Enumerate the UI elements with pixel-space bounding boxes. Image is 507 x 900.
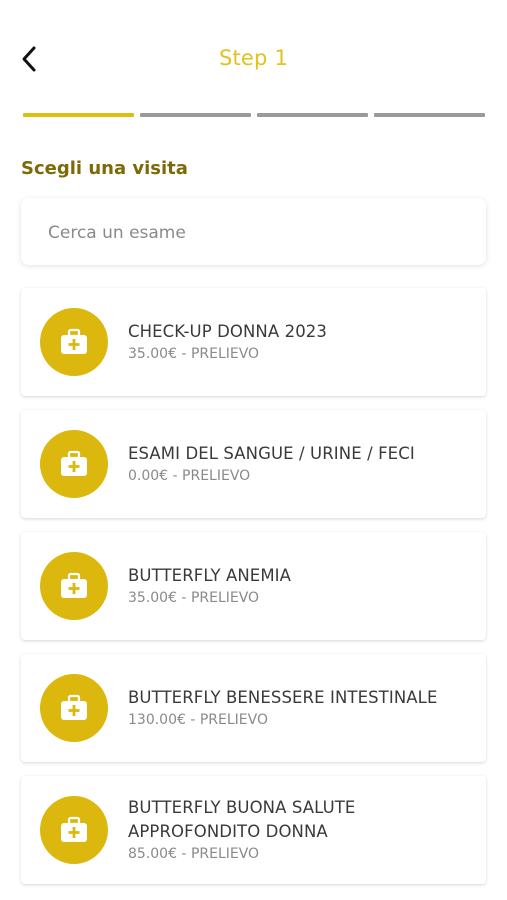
exam-text: CHECK-UP DONNA 2023 35.00€ - PRELIEVO (128, 288, 474, 396)
exam-icon-circle (40, 674, 108, 742)
medical-kit-icon (61, 328, 87, 354)
exam-list: CHECK-UP DONNA 2023 35.00€ - PRELIEVO ESA… (21, 288, 486, 898)
exam-text: BUTTERFLY BUONA SALUTE APPROFONDITO DONN… (128, 776, 474, 884)
medical-kit-icon (61, 450, 87, 476)
page-title: Step 1 (218, 46, 289, 70)
exam-name: BUTTERFLY BENESSERE INTESTINALE (128, 688, 438, 707)
section-title: Scegli una visita (21, 158, 188, 179)
exam-icon-circle (40, 796, 108, 864)
exam-name: CHECK-UP DONNA 2023 (128, 322, 327, 341)
step-progress (23, 113, 485, 118)
exam-icon-circle (40, 308, 108, 376)
progress-step-4 (374, 113, 485, 117)
exam-text: BUTTERFLY BENESSERE INTESTINALE 130.00€ -… (128, 654, 474, 762)
exam-item[interactable]: BUTTERFLY ANEMIA 35.00€ - PRELIEVO (21, 532, 486, 640)
exam-meta: 0.00€ - PRELIEVO (128, 468, 251, 484)
progress-step-3 (257, 113, 368, 117)
exam-item[interactable]: ESAMI DEL SANGUE / URINE / FECI 0.00€ - P… (21, 410, 486, 518)
exam-text: BUTTERFLY ANEMIA 35.00€ - PRELIEVO (128, 532, 474, 640)
medical-kit-icon (61, 816, 87, 842)
exam-meta: 85.00€ - PRELIEVO (128, 846, 260, 862)
exam-icon-circle (40, 552, 108, 620)
search-input[interactable] (46, 198, 470, 267)
progress-step-2 (140, 113, 251, 117)
exam-item[interactable]: CHECK-UP DONNA 2023 35.00€ - PRELIEVO (21, 288, 486, 396)
exam-name: BUTTERFLY BUONA SALUTE APPROFONDITO DONN… (128, 798, 356, 841)
exam-meta: 130.00€ - PRELIEVO (128, 712, 268, 728)
medical-kit-icon (61, 694, 87, 720)
exam-item[interactable]: BUTTERFLY BENESSERE INTESTINALE 130.00€ -… (21, 654, 486, 762)
exam-text: ESAMI DEL SANGUE / URINE / FECI 0.00€ - P… (128, 410, 474, 518)
progress-step-1 (23, 113, 134, 117)
exam-name: BUTTERFLY ANEMIA (128, 566, 292, 585)
exam-item[interactable]: BUTTERFLY BUONA SALUTE APPROFONDITO DONN… (21, 776, 486, 884)
medical-kit-icon (61, 572, 87, 598)
exam-meta: 35.00€ - PRELIEVO (128, 346, 260, 362)
exam-icon-circle (40, 430, 108, 498)
search-box[interactable] (21, 198, 486, 267)
exam-name: ESAMI DEL SANGUE / URINE / FECI (128, 444, 415, 463)
header: Step 1 (0, 0, 507, 110)
exam-meta: 35.00€ - PRELIEVO (128, 590, 260, 606)
